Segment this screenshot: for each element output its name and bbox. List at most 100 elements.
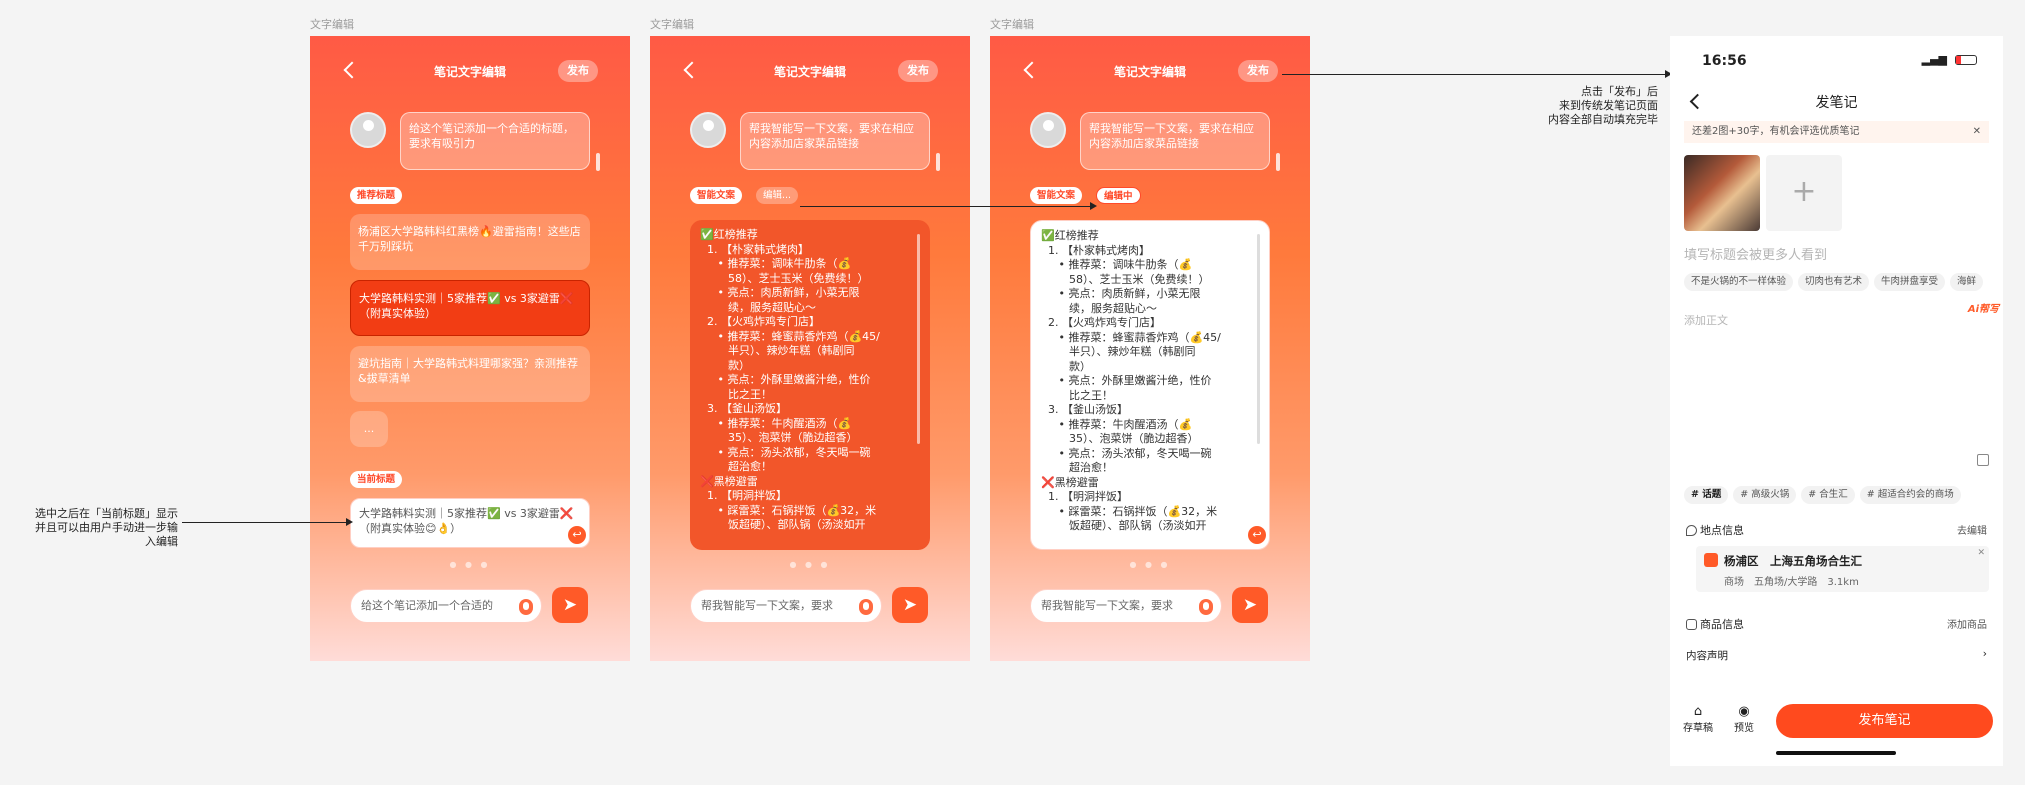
arrow-head bbox=[1090, 202, 1097, 210]
publish-note-button[interactable]: 发布笔记 bbox=[1776, 704, 1993, 738]
copy-line: 3. 【釜山汤饭】 bbox=[1041, 403, 1128, 416]
location-row[interactable]: 地点信息 去编辑 bbox=[1686, 522, 1987, 538]
title-field[interactable]: 填写标题会被更多人看到 bbox=[1684, 244, 1827, 263]
location-label: 地点信息 bbox=[1700, 524, 1744, 537]
topic-chip[interactable]: # 超适合约会的商场 bbox=[1859, 486, 1961, 504]
suggest-chip[interactable]: 切肉也有艺术 bbox=[1798, 273, 1870, 291]
copy-line: ✅红榜推荐 bbox=[700, 228, 758, 241]
copy-line: 续，服务超贴心〜 bbox=[700, 300, 816, 314]
send-icon[interactable]: ➤ bbox=[892, 587, 928, 623]
battery-icon bbox=[1955, 55, 1977, 65]
copy-line: • 踩雷菜：石锅拌饭（💰32，米 bbox=[700, 503, 877, 517]
title-option-selected[interactable]: 大学路韩料实测｜5家推荐✅ vs 3家避雷❌（附真实体验） bbox=[350, 280, 590, 336]
copy-line: 比之王！ bbox=[1041, 388, 1113, 402]
copy-line: 款） bbox=[700, 358, 750, 372]
expand-icon[interactable] bbox=[1977, 454, 1989, 466]
annotation-line: 点击「发布」后 bbox=[1581, 85, 1658, 98]
copy-line: 58）、芝士玉米（免费续！） bbox=[700, 271, 869, 285]
copy-line: • 推荐菜：调味牛肋条（💰 bbox=[1041, 258, 1193, 271]
draft-label: 存草稿 bbox=[1683, 723, 1713, 734]
scrollbar[interactable] bbox=[596, 153, 600, 171]
topic-button[interactable]: # 话题 bbox=[1684, 486, 1729, 504]
prompt-bubble: 帮我智能写一下文案，要求在相应内容添加店家菜品链接 bbox=[740, 112, 930, 170]
avatar bbox=[350, 112, 386, 148]
frame-label: 文字编辑 bbox=[650, 18, 694, 31]
right-annotation: 点击「发布」后 来到传统发笔记页面 内容全部自动填充完毕 bbox=[1500, 85, 1658, 127]
mic-icon[interactable] bbox=[1199, 599, 1213, 615]
annotation-line: 来到传统发笔记页面 bbox=[1559, 99, 1658, 112]
chevron-right-icon: › bbox=[1982, 648, 1987, 660]
declaration-row[interactable]: 内容声明 › bbox=[1686, 648, 1987, 663]
title-option[interactable]: 杨浦区大学路韩料红黑榜🔥避雷指南！这些店千万别踩坑 bbox=[350, 214, 590, 270]
scrollbar[interactable] bbox=[1257, 234, 1260, 444]
ai-write-badge[interactable]: Ai帮写 bbox=[1968, 300, 1999, 315]
suggest-chip[interactable]: 海鲜 bbox=[1950, 273, 1984, 291]
send-icon[interactable]: ➤ bbox=[1232, 587, 1268, 623]
copy-line: 续，服务超贴心〜 bbox=[1041, 301, 1157, 315]
copy-line: 饭超硬）、部队锅（汤淡如开 bbox=[1041, 519, 1207, 532]
mic-icon[interactable] bbox=[519, 599, 533, 615]
tip-text: 还差2图+30字，有机会评选优质笔记 bbox=[1692, 126, 1860, 137]
recommend-title-tag: 推荐标题 bbox=[350, 187, 403, 204]
copy-line: 35）、泡菜饼（脆边超香） bbox=[700, 431, 858, 444]
topic-chips: # 话题 # 高级火锅 # 合生汇 # 超适合约会的商场 bbox=[1684, 482, 2003, 504]
copy-line: 1. 【明洞拌饭】 bbox=[1041, 490, 1128, 503]
copy-line: • 亮点：肉质新鲜，小菜无限 bbox=[1041, 287, 1201, 300]
mic-icon[interactable] bbox=[859, 599, 873, 615]
copy-text-editor[interactable]: ✅红榜推荐 1. 【朴家韩式烤肉】 • 推荐菜：调味牛肋条（💰 58）、芝士玉米… bbox=[1030, 220, 1270, 550]
post-note-page: 16:56 ▂▄▆ 发笔记 还差2图+30字，有机会评选优质笔记 ✕ + 填写标题… bbox=[1670, 36, 2003, 766]
note-photo[interactable] bbox=[1684, 155, 1760, 231]
page-dots: ● ● ● bbox=[449, 560, 491, 569]
save-draft-button[interactable]: ⌂ 存草稿 bbox=[1682, 704, 1714, 734]
annotation-line: 选中之后在「当前标题」显示 bbox=[35, 507, 178, 520]
mall-icon bbox=[1704, 553, 1718, 567]
copy-line: • 踩雷菜：石锅拌饭（💰32，米 bbox=[1041, 504, 1218, 518]
smart-copy-tag: 智能文案 bbox=[1030, 187, 1083, 204]
goods-row[interactable]: 商品信息 添加商品 bbox=[1686, 616, 1987, 632]
enter-icon[interactable]: ↩ bbox=[568, 526, 586, 544]
copy-line: • 推荐菜：调味牛肋条（💰 bbox=[700, 257, 852, 270]
remove-icon[interactable]: ✕ bbox=[1977, 548, 1985, 558]
scrollbar[interactable] bbox=[1276, 153, 1280, 171]
add-photo-icon[interactable]: + bbox=[1766, 155, 1842, 231]
current-title-tag: 当前标题 bbox=[350, 471, 403, 488]
enter-icon[interactable]: ↩ bbox=[1248, 526, 1266, 544]
publish-button[interactable]: 发布 bbox=[898, 60, 938, 82]
topic-chip[interactable]: # 高级火锅 bbox=[1733, 486, 1797, 504]
chat-input-text: 帮我智能写一下文案，要求 bbox=[1041, 599, 1173, 612]
more-options[interactable]: ... bbox=[350, 411, 388, 447]
body-field[interactable]: 添加正文 bbox=[1684, 312, 1728, 328]
location-edit-link[interactable]: 去编辑 bbox=[1957, 522, 1987, 537]
suggest-chip[interactable]: 牛肉拼盘享受 bbox=[1874, 273, 1946, 291]
arrow-line bbox=[800, 206, 1090, 207]
copy-text-box[interactable]: ✅红榜推荐 1. 【朴家韩式烤肉】 • 推荐菜：调味牛肋条（💰 58）、芝士玉米… bbox=[690, 220, 930, 550]
scrollbar[interactable] bbox=[936, 153, 940, 171]
page-dots: ● ● ● bbox=[1129, 560, 1171, 569]
chat-input[interactable]: 给这个笔记添加一个合适的 bbox=[350, 589, 542, 623]
chat-input[interactable]: 帮我智能写一下文案，要求 bbox=[1030, 589, 1222, 623]
chat-input[interactable]: 帮我智能写一下文案，要求 bbox=[690, 589, 882, 623]
copy-line: 35）、泡菜饼（脆边超香） bbox=[1041, 432, 1199, 445]
tip-banner: 还差2图+30字，有机会评选优质笔记 ✕ bbox=[1684, 121, 1989, 143]
copy-line: • 推荐菜：蜂蜜蒜香炸鸡（💰45/ bbox=[1041, 330, 1221, 344]
home-indicator bbox=[1776, 751, 1896, 755]
add-goods-link[interactable]: 添加商品 bbox=[1947, 616, 1987, 631]
preview-button[interactable]: ◉ 预览 bbox=[1728, 704, 1760, 734]
current-title-input[interactable]: 大学路韩料实测｜5家推荐✅ vs 3家避雷❌（附真实体验😊👌） bbox=[350, 498, 590, 548]
location-icon bbox=[1686, 525, 1697, 536]
title-suggestions: 不是火锅的不一样体验 切肉也有艺术 牛肉拼盘享受 海鲜 bbox=[1684, 269, 2003, 291]
close-icon[interactable]: ✕ bbox=[1973, 121, 1981, 143]
scrollbar[interactable] bbox=[917, 234, 920, 444]
title-option[interactable]: 避坑指南｜大学路韩式料理哪家强？亲测推荐&拔草清单 bbox=[350, 346, 590, 402]
send-icon[interactable]: ➤ bbox=[552, 587, 588, 623]
topic-chip[interactable]: # 合生汇 bbox=[1801, 486, 1855, 504]
frame-label: 文字编辑 bbox=[990, 18, 1034, 31]
copy-edit-screen: 笔记文字编辑 发布 帮我智能写一下文案，要求在相应内容添加店家菜品链接 智能文案… bbox=[990, 36, 1310, 661]
location-card[interactable]: 杨浦区 上海五角场合生汇 商场 五角场/大学路 3.1km ✕ bbox=[1696, 546, 1989, 592]
publish-button[interactable]: 发布 bbox=[1238, 60, 1278, 82]
copy-line: 半只）、辣炒年糕（韩剧同 bbox=[700, 344, 855, 357]
arrow-head bbox=[346, 518, 353, 526]
suggest-chip[interactable]: 不是火锅的不一样体验 bbox=[1684, 273, 1794, 291]
publish-button[interactable]: 发布 bbox=[558, 60, 598, 82]
location-name: 杨浦区 上海五角场合生汇 bbox=[1724, 554, 1862, 568]
